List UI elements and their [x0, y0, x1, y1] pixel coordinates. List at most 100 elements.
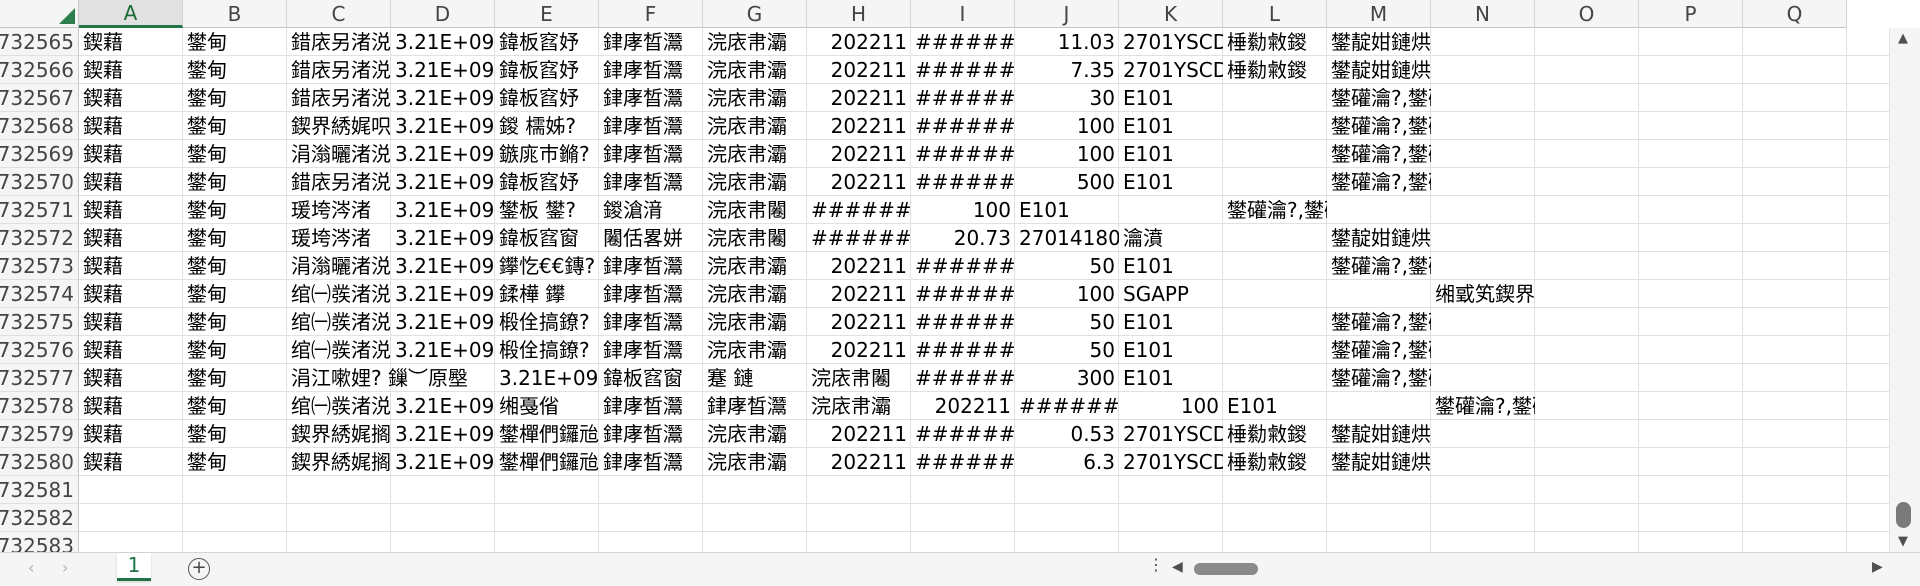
- row-header[interactable]: 732574: [0, 280, 79, 308]
- cell-g[interactable]: 銉庨晳灊: [703, 392, 807, 420]
- cell-i[interactable]: #######: [911, 28, 1015, 56]
- column-header-a[interactable]: A: [79, 0, 183, 28]
- cell-m[interactable]: 鐢靛姏鏈烘澧炲€煎: [1327, 448, 1431, 476]
- cell-b[interactable]: 鐢甸: [183, 224, 287, 252]
- cell-i[interactable]: #######: [911, 448, 1015, 476]
- cell-c[interactable]: 涓滃曬渚涚: [287, 140, 391, 168]
- cell-d[interactable]: 3.21E+09: [391, 392, 495, 420]
- cell-f[interactable]: 鍏板窞窗: [599, 364, 703, 392]
- cell-j[interactable]: 6.3: [1015, 448, 1119, 476]
- cell-h[interactable]: 202211: [807, 140, 911, 168]
- cell-k[interactable]: E101: [1119, 84, 1223, 112]
- cell-d[interactable]: 3.21E+09: [391, 336, 495, 364]
- column-header-h[interactable]: H: [807, 0, 911, 28]
- cell-h[interactable]: 202211: [807, 336, 911, 364]
- column-header-b[interactable]: B: [183, 0, 287, 28]
- cell-j[interactable]: 100: [1015, 112, 1119, 140]
- cell-i[interactable]: #######: [911, 56, 1015, 84]
- column-header-j[interactable]: J: [1015, 0, 1119, 28]
- cell-d[interactable]: 3.21E+09: [391, 84, 495, 112]
- cell-a[interactable]: 鍥藉: [79, 196, 183, 224]
- cell-i[interactable]: #######: [911, 140, 1015, 168]
- cell-f[interactable]: 銉庨晳灊: [599, 84, 703, 112]
- cell-a[interactable]: 鍥藉: [79, 28, 183, 56]
- cell-i[interactable]: #######: [911, 168, 1015, 196]
- cell-j[interactable]: 50: [1015, 308, 1119, 336]
- column-header-d[interactable]: D: [391, 0, 495, 28]
- cell-e[interactable]: 鍏板窞窗: [495, 224, 599, 252]
- cell-n[interactable]: 鐢礶瀹?,鐢礶瀹濇 鍏朵唬鎵?: [1431, 392, 1535, 420]
- cell-d[interactable]: 3.21E+09: [391, 420, 495, 448]
- cell-c[interactable]: 錯庡另渚涚: [287, 84, 391, 112]
- cell-i[interactable]: #######: [911, 308, 1015, 336]
- column-header-m[interactable]: M: [1327, 0, 1431, 28]
- scroll-down-arrow-icon[interactable]: ▼: [1898, 535, 1908, 548]
- cell-e[interactable]: 椴佺搞鐐?: [495, 336, 599, 364]
- cell-e[interactable]: 缃戞偗: [495, 392, 599, 420]
- cell-j[interactable]: 500: [1015, 168, 1119, 196]
- cell-k[interactable]: E101: [1119, 112, 1223, 140]
- column-header-o[interactable]: O: [1535, 0, 1639, 28]
- cell-e[interactable]: 鍏板窞妤: [495, 56, 599, 84]
- scroll-left-arrow-icon[interactable]: ◀: [1172, 560, 1183, 574]
- cell-b[interactable]: 鐢甸: [183, 252, 287, 280]
- cell-f[interactable]: 銉庨晳灊: [599, 28, 703, 56]
- cell-f[interactable]: 銉庨晳灊: [599, 448, 703, 476]
- cell-a[interactable]: 鍥藉: [79, 84, 183, 112]
- cell-m[interactable]: 鐢礶瀹?,鐢礶瀹?寰 俊": [1327, 140, 1431, 168]
- cell-m[interactable]: 鐢靛姏鏈烘澧炲€煎: [1327, 28, 1431, 56]
- cell-c[interactable]: 瑗垮涔渚: [287, 224, 391, 252]
- cell-k[interactable]: E101: [1119, 336, 1223, 364]
- row-header[interactable]: 732569: [0, 140, 79, 168]
- cell-c[interactable]: 錯庡另渚涚: [287, 168, 391, 196]
- cell-e[interactable]: 鍒樺 鑻: [495, 280, 599, 308]
- cell-h[interactable]: 浣庡帇闂: [807, 364, 911, 392]
- cell-d[interactable]: 3.21E+09: [391, 112, 495, 140]
- cell-a[interactable]: 鍥藉: [79, 112, 183, 140]
- cell-f[interactable]: 銉庨晳灊: [599, 252, 703, 280]
- cell-b[interactable]: 鐢甸: [183, 84, 287, 112]
- cell-k[interactable]: 100: [1119, 392, 1223, 420]
- cell-g[interactable]: 浣庡帇闂: [703, 196, 807, 224]
- cell-b[interactable]: 鐢甸: [183, 448, 287, 476]
- row-header[interactable]: 732582: [0, 504, 79, 532]
- cell-h[interactable]: 浣庡帇灞: [807, 392, 911, 420]
- cell-b[interactable]: 鐢甸: [183, 56, 287, 84]
- cell-j[interactable]: 50: [1015, 252, 1119, 280]
- cell-d[interactable]: 3.21E+09: [391, 28, 495, 56]
- scroll-up-arrow-icon[interactable]: ▲: [1898, 32, 1908, 45]
- cell-f[interactable]: 銉庨晳灊: [599, 56, 703, 84]
- row-header[interactable]: 732576: [0, 336, 79, 364]
- column-header-c[interactable]: C: [287, 0, 391, 28]
- cell-d[interactable]: 3.21E+09: [391, 224, 495, 252]
- cell-g[interactable]: 浣庡帇灞: [703, 56, 807, 84]
- cell-l[interactable]: 棰勬敹鍐: [1223, 28, 1327, 56]
- cell-b[interactable]: 鐢甸: [183, 392, 287, 420]
- add-sheet-button[interactable]: +: [188, 558, 210, 580]
- cell-a[interactable]: 鍥藉: [79, 392, 183, 420]
- cell-d[interactable]: 3.21E+09: [391, 168, 495, 196]
- column-header-q[interactable]: Q: [1743, 0, 1847, 28]
- cell-l[interactable]: 鐢礶瀹?,鐢礶瀹?寰 俊": [1223, 196, 1327, 224]
- cell-g[interactable]: 浣庡帇灞: [703, 280, 807, 308]
- row-header[interactable]: 732567: [0, 84, 79, 112]
- row-header[interactable]: 732575: [0, 308, 79, 336]
- cell-c[interactable]: 涓滃曬渚涚: [287, 252, 391, 280]
- column-header-g[interactable]: G: [703, 0, 807, 28]
- cell-m[interactable]: 鐢礶瀹?,鐢礶瀹濈即璐?: [1327, 364, 1431, 392]
- cell-l[interactable]: E101: [1223, 392, 1327, 420]
- cell-g[interactable]: 浣庡帇灞: [703, 448, 807, 476]
- cell-i[interactable]: #######: [911, 336, 1015, 364]
- cell-j[interactable]: 100: [1015, 140, 1119, 168]
- horizontal-scroll-thumb[interactable]: [1194, 563, 1258, 575]
- cell-k[interactable]: 瀹濆: [1119, 224, 1223, 252]
- cell-b[interactable]: 鐢甸: [183, 336, 287, 364]
- cell-c[interactable]: 鍥界綉娓搁: [287, 420, 391, 448]
- cell-m[interactable]: 鐢靛姏鏈烘澧炲€煎: [1327, 56, 1431, 84]
- cell-f[interactable]: 銉庨晳灊: [599, 308, 703, 336]
- select-all-corner[interactable]: [0, 0, 79, 28]
- cell-k[interactable]: 2701YSCD: [1119, 56, 1223, 84]
- cell-g[interactable]: 浣庡帇灞: [703, 420, 807, 448]
- cell-k[interactable]: E101: [1119, 140, 1223, 168]
- cell-j[interactable]: 27014180: [1015, 224, 1119, 252]
